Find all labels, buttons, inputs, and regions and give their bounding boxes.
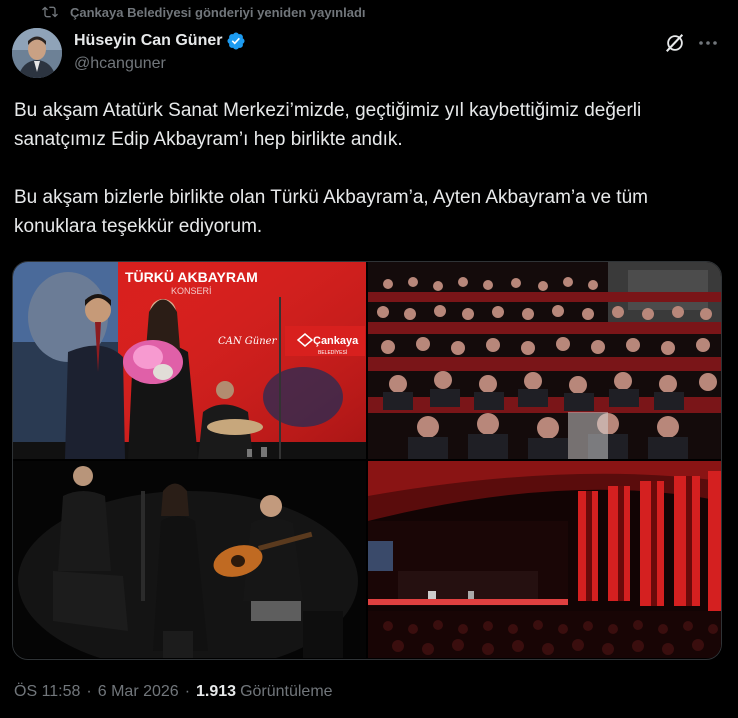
tweet-time[interactable]: ÖS 11:58 [14, 683, 80, 701]
author-name-row[interactable]: Hüseyin Can Güner [74, 30, 246, 52]
more-icon [699, 41, 717, 45]
avatar-image [12, 28, 62, 78]
views-count: 1.913 [196, 683, 237, 700]
banner-script: CAN Güner [218, 336, 278, 347]
sponsor-logo-text: Çankaya [313, 335, 359, 347]
tweet-paragraph: Bu akşam Atatürk Sanat Merkezi’mizde, ge… [14, 100, 642, 150]
photo-musicians[interactable] [13, 461, 366, 658]
separator-dot: · [86, 683, 92, 700]
photo-audience[interactable] [368, 262, 721, 459]
tweet-paragraph: Bu akşam bizlerle birlikte olan Türkü Ak… [14, 187, 648, 237]
photo-stage-presentation[interactable]: TÜRKÜ AKBAYRAM KONSERİ CAN Güner Çankaya… [13, 262, 366, 459]
author-name[interactable]: Hüseyin Can Güner [74, 32, 222, 50]
banner-subtitle: KONSERİ [171, 286, 212, 296]
separator-dot: · [184, 683, 191, 700]
banner-title: TÜRKÜ AKBAYRAM [125, 269, 258, 285]
tweet-text: Bu akşam Atatürk Sanat Merkezi’mizde, ge… [14, 96, 714, 241]
author-handle[interactable]: @hcanguner [74, 55, 166, 73]
more-button[interactable] [696, 32, 720, 54]
media-grid: TÜRKÜ AKBAYRAM KONSERİ CAN Güner Çankaya… [12, 261, 722, 660]
tweet-date[interactable]: 6 Mar 2026 [98, 683, 179, 701]
avatar[interactable] [12, 28, 62, 78]
repost-text: Çankaya Belediyesi gönderiyi yeniden yay… [70, 4, 366, 20]
verified-badge-icon [227, 32, 246, 50]
grok-button[interactable] [664, 32, 686, 54]
repost-indicator[interactable]: Çankaya Belediyesi gönderiyi yeniden yay… [42, 2, 366, 22]
sponsor-logo-sub: BELEDİYESİ [318, 349, 347, 356]
repost-icon [42, 6, 58, 18]
photo-concert-hall[interactable] [368, 461, 721, 658]
grok-icon [666, 34, 684, 52]
tweet-meta: ÖS 11:58 · 6 Mar 2026 · 1.913 Görüntülem… [14, 683, 333, 701]
views-label: Görüntüleme [240, 683, 333, 700]
